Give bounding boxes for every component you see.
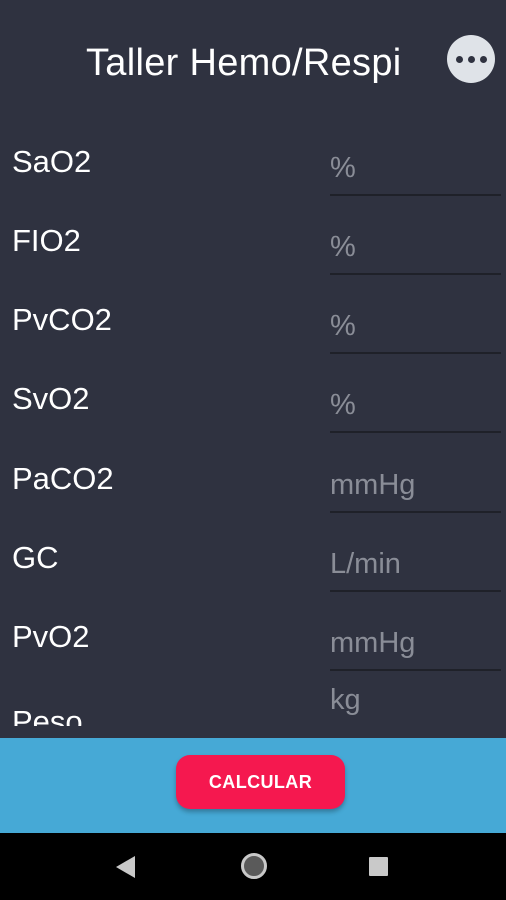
input-placeholder: mmHg [330,627,416,659]
field-row-pvco2: PvCO2 % [0,280,506,360]
svo2-input[interactable]: % [330,389,501,433]
input-placeholder: % [330,310,356,342]
input-placeholder: L/min [330,548,401,580]
field-row-pvo2: PvO2 mmHg [0,597,506,677]
field-label: GC [12,540,59,575]
paco2-input[interactable]: mmHg [330,469,501,513]
bottom-action-bar: CALCULAR [0,738,506,833]
input-placeholder: % [330,152,356,184]
field-row-paco2: PaCO2 mmHg [0,439,506,519]
field-row-sao2: SaO2 % [0,122,506,202]
system-navigation-bar [0,833,506,900]
more-options-button[interactable] [447,35,495,83]
input-placeholder: % [330,389,356,421]
field-label: FIO2 [12,223,81,258]
back-triangle-icon[interactable] [116,856,135,878]
input-form: SaO2 % FIO2 % PvCO2 % SvO2 % PaCO2 mmHg … [0,120,506,726]
home-circle-icon[interactable] [241,853,267,879]
field-row-svo2: SvO2 % [0,359,506,439]
page-title: Taller Hemo/Respi [86,42,402,84]
input-placeholder: % [330,231,356,263]
sao2-input[interactable]: % [330,152,501,196]
field-label: SvO2 [12,381,90,416]
more-horizontal-icon-dot [479,55,487,63]
more-horizontal-icon-dot [467,55,475,63]
more-horizontal-icon [455,55,463,63]
input-placeholder: kg [330,684,361,716]
field-row-peso: Peso kg [0,676,506,726]
app-header: Taller Hemo/Respi [0,0,506,120]
input-placeholder: mmHg [330,469,416,501]
field-label: PvCO2 [12,302,112,337]
gc-input[interactable]: L/min [330,548,501,592]
calculate-button[interactable]: CALCULAR [176,755,345,809]
field-label: Peso [12,704,83,726]
field-label: SaO2 [12,144,92,179]
field-label: PaCO2 [12,461,114,496]
pvo2-input[interactable]: mmHg [330,627,501,671]
field-row-gc: GC L/min [0,518,506,598]
fio2-input[interactable]: % [330,231,501,275]
peso-input[interactable]: kg [330,684,501,726]
field-row-fio2: FIO2 % [0,201,506,281]
pvco2-input[interactable]: % [330,310,501,354]
recents-square-icon[interactable] [369,857,388,876]
field-label: PvO2 [12,619,90,654]
